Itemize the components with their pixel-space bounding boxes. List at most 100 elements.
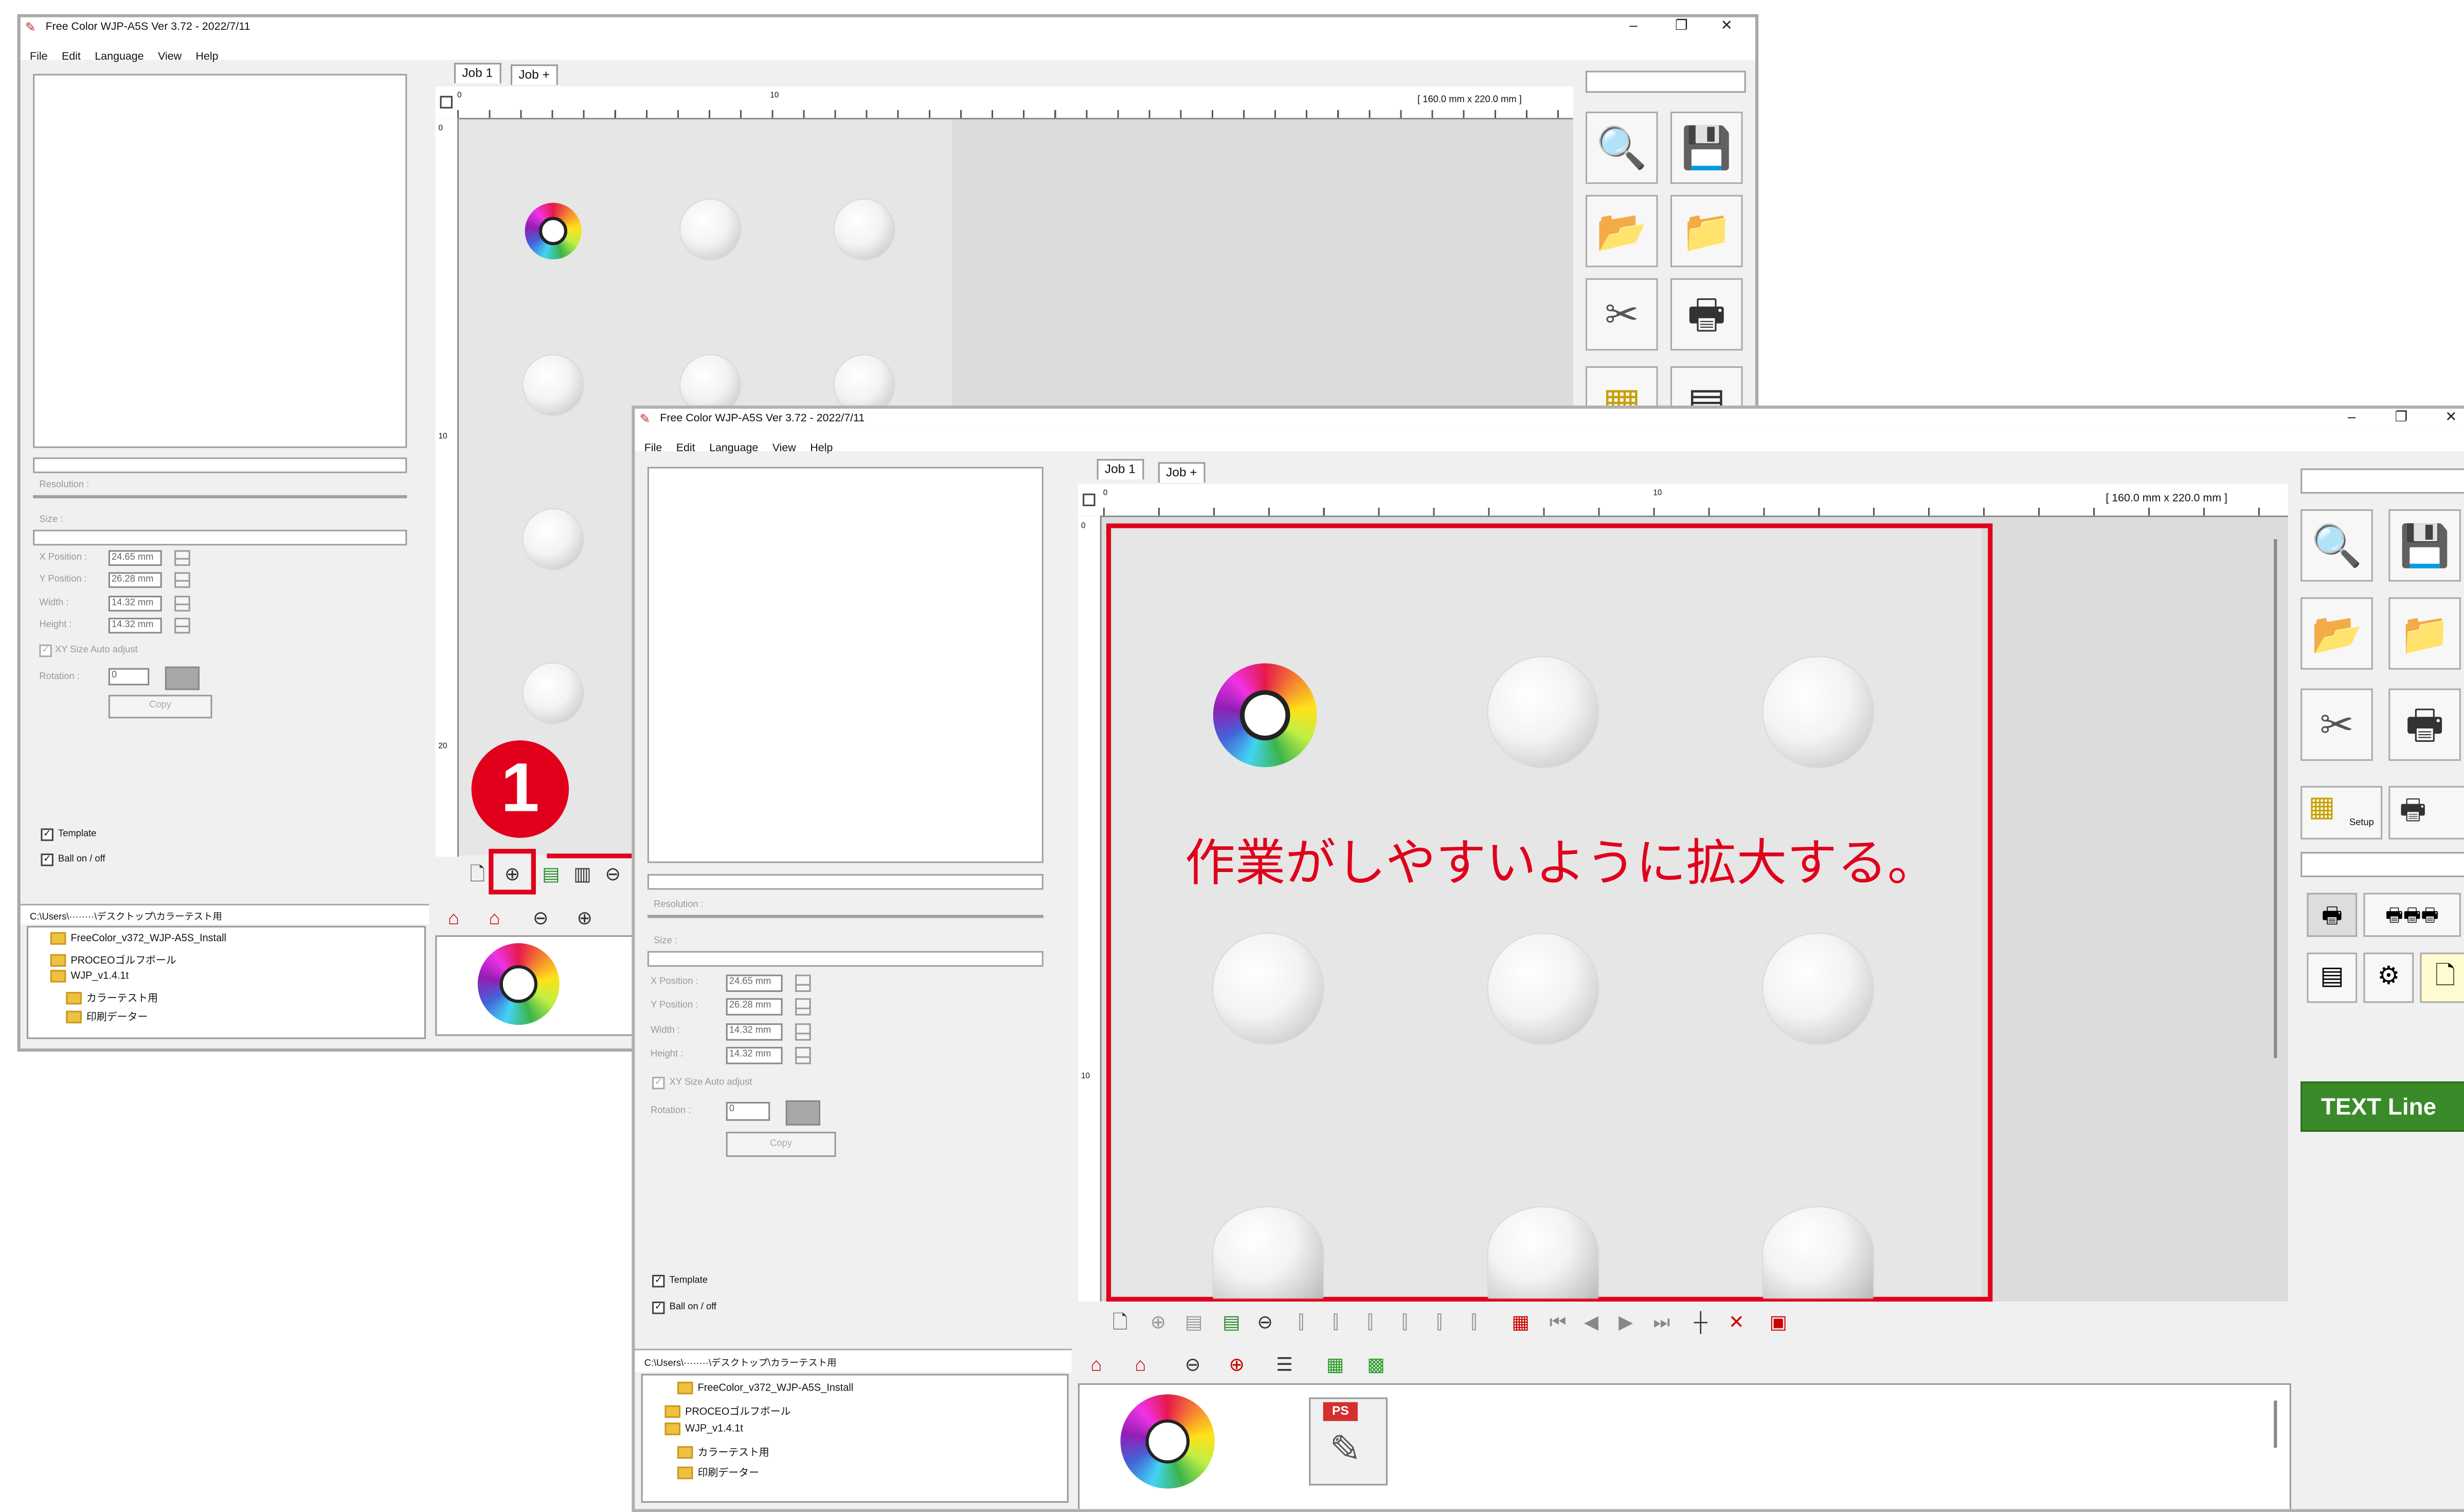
height-spinner[interactable] <box>174 617 190 634</box>
template-checkbox[interactable]: ✓ <box>41 828 53 841</box>
scroll-handle[interactable] <box>2274 1400 2277 1448</box>
tools-icon[interactable]: ✂ <box>2300 688 2373 761</box>
open-folder-icon[interactable]: 📂 <box>1585 194 1658 268</box>
new-icon[interactable]: 🗋 <box>470 863 485 885</box>
menu-file[interactable]: File <box>30 52 47 63</box>
golf-ball-slot[interactable] <box>1763 933 1874 1044</box>
tab-job-1[interactable]: Job 1 <box>1096 459 1144 479</box>
zoom-in-icon[interactable]: ⊕ <box>1150 1311 1166 1333</box>
align-right-icon[interactable]: ⫿ <box>1333 1311 1339 1333</box>
golf-ball-slot[interactable] <box>1763 657 1874 768</box>
copy-button[interactable]: Copy <box>726 1131 836 1157</box>
height-field[interactable]: 14.32 mm <box>108 617 162 634</box>
color-wheel-logo[interactable] <box>525 203 582 260</box>
golf-ball-slot[interactable] <box>680 200 741 260</box>
tab-job-add[interactable]: Job + <box>511 64 558 85</box>
note-icon[interactable]: 🗋 <box>2420 952 2464 1003</box>
golf-ball-slot[interactable] <box>1213 1207 1323 1298</box>
tree-item[interactable]: WJP_v1.4.1t <box>664 1422 743 1435</box>
tree-item[interactable]: カラーテスト用 <box>677 1443 769 1460</box>
home-icon[interactable]: ⌂ <box>1091 1354 1102 1376</box>
home-search-icon[interactable]: ⌂ <box>1135 1354 1146 1376</box>
menu-file[interactable]: File <box>644 443 662 454</box>
next-icon[interactable]: ▶ <box>1618 1311 1633 1333</box>
prev-icon[interactable]: ◀ <box>1584 1311 1598 1333</box>
align-top-icon[interactable]: ⫿ <box>1367 1311 1373 1333</box>
grid-large-icon[interactable]: ▩ <box>1367 1354 1385 1376</box>
setup-button[interactable]: ▦ Setup <box>2300 786 2383 840</box>
height-spinner[interactable] <box>795 1046 811 1064</box>
menu-language[interactable]: Language <box>709 443 758 454</box>
crosshair-icon[interactable]: ┼ <box>1694 1311 1707 1333</box>
y-position-spinner[interactable] <box>174 572 190 588</box>
tree-item[interactable]: FreeColor_v372_WJP-A5S_Install <box>677 1381 853 1395</box>
tree-item[interactable]: PROCEOゴルフボール <box>664 1402 790 1418</box>
ball-toggle-checkbox[interactable]: ✓ <box>41 853 53 866</box>
maximize-button[interactable]: ❐ <box>2395 408 2408 426</box>
layout-icon[interactable]: ▥ <box>573 863 591 885</box>
zoom-icon[interactable]: 🔍 <box>1585 111 1658 184</box>
tab-job-add[interactable]: Job + <box>1158 462 1205 483</box>
tab-job-1[interactable]: Job 1 <box>454 63 501 83</box>
ps-file-thumbnail[interactable]: PS ✎ <box>1309 1397 1388 1486</box>
import-icon[interactable]: 📁 <box>2388 597 2461 670</box>
ruler-corner-checkbox[interactable] <box>1083 493 1095 506</box>
zoom-out-icon[interactable]: ⊖ <box>1257 1311 1273 1333</box>
zoom-in-icon[interactable]: ⊕ <box>577 907 592 929</box>
text-line-button[interactable]: TEXT Line <box>2300 1081 2464 1132</box>
tools-icon[interactable]: ✂ <box>1585 278 1658 351</box>
vertical-scrollbar[interactable] <box>2274 539 2277 1058</box>
home-search-icon[interactable]: ⌂ <box>489 907 500 929</box>
y-position-spinner[interactable] <box>795 998 811 1016</box>
close-button[interactable]: ✕ <box>1721 17 1733 35</box>
grid-small-icon[interactable]: ▦ <box>1326 1354 1344 1376</box>
color-wheel-thumbnail[interactable] <box>1120 1394 1215 1489</box>
new-icon[interactable]: 🗋 <box>1112 1311 1128 1333</box>
ruler-corner-checkbox[interactable] <box>440 96 453 109</box>
remove-file-icon[interactable]: ▣ <box>1769 1311 1787 1333</box>
tree-item[interactable]: 印刷データー <box>677 1464 759 1480</box>
golf-ball-slot[interactable] <box>523 355 583 415</box>
home-icon[interactable]: ⌂ <box>448 907 459 929</box>
printer-icon[interactable]: 🖶 <box>2388 688 2461 761</box>
import-icon[interactable]: 📁 <box>1670 194 1743 268</box>
golf-ball-slot[interactable] <box>1763 1207 1874 1298</box>
center-h-icon[interactable]: ⫿ <box>1436 1311 1443 1333</box>
list-view-icon[interactable]: ☰ <box>1276 1354 1293 1376</box>
ball-toggle-checkbox[interactable]: ✓ <box>652 1301 665 1314</box>
delete-icon[interactable]: ✕ <box>1729 1311 1744 1333</box>
layer-icon[interactable]: ▤ <box>1185 1311 1203 1333</box>
close-button[interactable]: ✕ <box>2445 408 2457 426</box>
open-folder-icon[interactable]: 📂 <box>2300 597 2373 670</box>
width-field[interactable]: 14.32 mm <box>108 596 162 612</box>
tree-item[interactable]: WJP_v1.4.1t <box>50 970 129 983</box>
menu-view[interactable]: View <box>772 443 796 454</box>
height-field[interactable]: 14.32 mm <box>726 1046 783 1064</box>
menu-view[interactable]: View <box>158 52 182 63</box>
x-position-field[interactable]: 24.65 mm <box>108 550 162 566</box>
rotation-select[interactable]: 0 <box>726 1101 770 1121</box>
zoom-icon[interactable]: 🔍 <box>2300 509 2373 582</box>
save-icon[interactable]: 💾 <box>1670 111 1743 184</box>
tree-item[interactable]: 印刷データー <box>66 1008 148 1024</box>
zoom-in-icon[interactable]: ⊕ <box>1229 1354 1245 1376</box>
width-field[interactable]: 14.32 mm <box>726 1023 783 1041</box>
golf-ball-slot[interactable] <box>1488 657 1598 768</box>
y-position-field[interactable]: 26.28 mm <box>108 572 162 588</box>
x-position-spinner[interactable] <box>795 974 811 992</box>
menu-edit[interactable]: Edit <box>676 443 695 454</box>
golf-ball-slot[interactable] <box>1488 1207 1598 1298</box>
rotation-select[interactable]: 0 <box>108 668 150 686</box>
tree-item[interactable]: カラーテスト用 <box>66 989 158 1005</box>
print-multi-icon[interactable]: 🖶🖶🖶 <box>2363 893 2461 937</box>
minimize-button[interactable]: – <box>1630 17 1638 33</box>
print-layout-button[interactable]: 🖶 <box>2388 786 2464 840</box>
align-bottom-icon[interactable]: ⫿ <box>1402 1311 1408 1333</box>
zoom-out-icon[interactable]: ⊖ <box>1185 1354 1201 1376</box>
xy-auto-checkbox[interactable]: ✓ <box>39 644 52 657</box>
color-bar-icon[interactable]: ▤ <box>2307 952 2358 1003</box>
zoom-out-icon[interactable]: ⊖ <box>533 907 549 929</box>
settings-icon[interactable]: ⚙ <box>2363 952 2414 1003</box>
minimize-button[interactable]: – <box>2348 408 2355 424</box>
golf-ball-slot[interactable] <box>1213 933 1323 1044</box>
